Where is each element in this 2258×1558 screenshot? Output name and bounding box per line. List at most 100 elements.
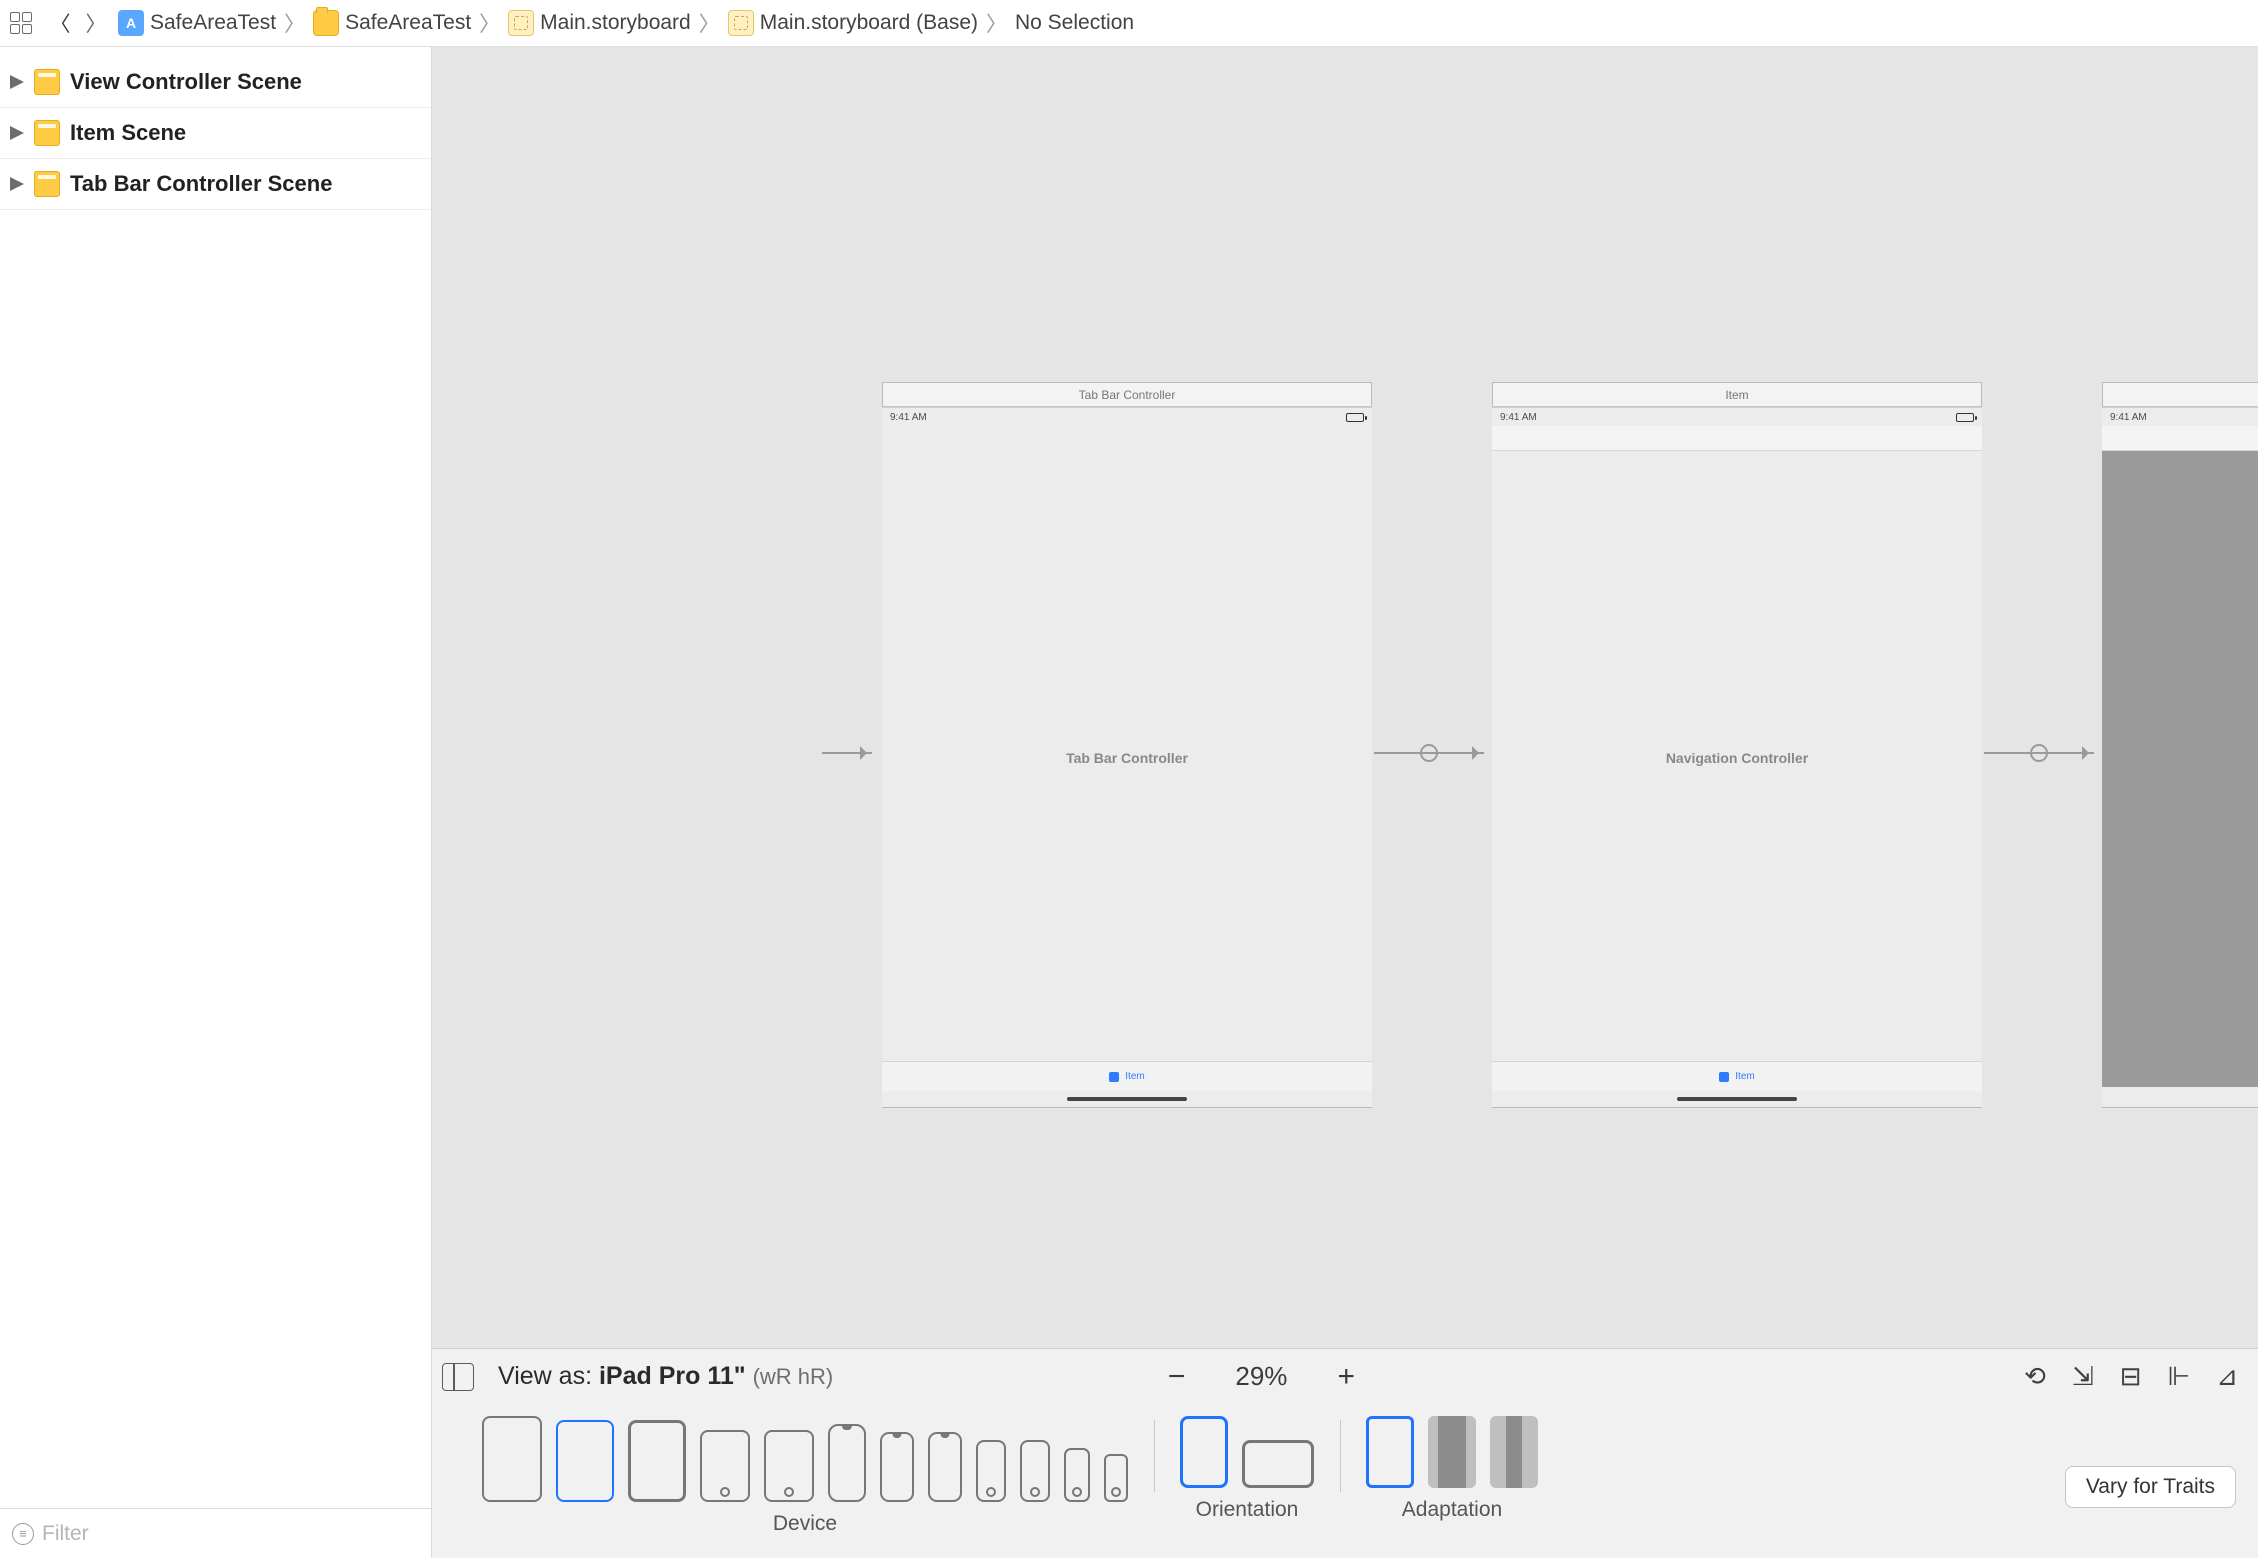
zoom-in-button[interactable]: +	[1337, 1362, 1355, 1392]
orientation-portrait[interactable]	[1180, 1416, 1228, 1488]
size-class-label: (wR hR)	[753, 1364, 834, 1389]
tab-bar: Item	[882, 1061, 1372, 1091]
orientation-group: Orientation	[1154, 1416, 1340, 1522]
breadcrumb-label: Main.storyboard	[540, 11, 691, 35]
outline-row-item-scene[interactable]: Item Scene	[0, 108, 431, 159]
chevron-right-icon: 〉	[284, 8, 305, 38]
device-iphone-8[interactable]	[1020, 1440, 1050, 1502]
disclosure-triangle-icon[interactable]	[10, 75, 24, 89]
home-indicator	[1067, 1097, 1187, 1101]
scene-view-controller[interactable]: View Controller 9:41 AM	[2102, 382, 2258, 1108]
device-iphone[interactable]	[880, 1432, 914, 1502]
controller-placeholder-label: Navigation Controller	[1492, 408, 1982, 1107]
scene-title[interactable]: Item	[1493, 383, 1981, 407]
group-label-adaptation: Adaptation	[1402, 1498, 1502, 1522]
view-as-prefix: View as:	[498, 1362, 599, 1390]
breadcrumb-item-storyboard-base[interactable]: Main.storyboard (Base)	[728, 10, 978, 36]
breadcrumb-item-folder[interactable]: SafeAreaTest	[313, 10, 471, 36]
device-group: Device	[456, 1416, 1154, 1536]
tab-bar: Item	[1492, 1061, 1982, 1091]
device-ipad[interactable]	[628, 1420, 686, 1502]
breadcrumb-item-selection[interactable]: No Selection	[1015, 11, 1134, 35]
scene-item[interactable]: Item 9:41 AM Navigation Controller	[1492, 382, 1982, 1108]
scene-tab-bar-controller[interactable]: Tab Bar Controller 9:41 AM Tab Bar Contr…	[882, 382, 1372, 1108]
group-label-orientation: Orientation	[1196, 1498, 1299, 1522]
navigation-bar	[2102, 426, 2258, 451]
zoom-level-label[interactable]: 29%	[1235, 1361, 1287, 1392]
segue-badge-icon[interactable]	[1420, 744, 1438, 762]
breadcrumb-bar: 〈 〉 A SafeAreaTest 〉 SafeAreaTest 〉 Main…	[0, 0, 2258, 47]
embed-in-icon[interactable]: ⇲	[2072, 1361, 2094, 1392]
chevron-right-icon: 〉	[479, 8, 500, 38]
breadcrumb-label: Main.storyboard (Base)	[760, 11, 978, 35]
nav-forward-button[interactable]: 〉	[82, 8, 110, 38]
device-iphone-4s[interactable]	[1104, 1454, 1128, 1502]
outline-row-label: Item Scene	[70, 120, 186, 146]
device-iphone-8-plus[interactable]	[976, 1440, 1006, 1502]
device-iphone-mini[interactable]	[928, 1432, 962, 1502]
outline-row-tab-bar-controller-scene[interactable]: Tab Bar Controller Scene	[0, 159, 431, 210]
scene-icon	[34, 120, 60, 146]
outline-filter: ≡	[0, 1508, 431, 1558]
device-ipad-pro-12[interactable]	[482, 1416, 542, 1502]
view-as-label[interactable]: View as: iPad Pro 11" (wR hR)	[498, 1362, 833, 1391]
adaptation-one-third[interactable]	[1490, 1416, 1538, 1488]
outline-row-view-controller-scene[interactable]: View Controller Scene	[0, 57, 431, 108]
scene-icon	[34, 69, 60, 95]
nav-back-button[interactable]: 〈	[46, 8, 74, 38]
breadcrumb-label: No Selection	[1015, 11, 1134, 35]
vary-for-traits-button[interactable]: Vary for Traits	[2065, 1466, 2236, 1508]
project-icon: A	[118, 10, 144, 36]
disclosure-triangle-icon[interactable]	[10, 126, 24, 140]
adaptation-group: Adaptation	[1340, 1416, 1564, 1522]
adaptation-two-thirds[interactable]	[1428, 1416, 1476, 1488]
canvas-tools: ⟲ ⇲ ⊟ ⊩ ⊿	[2024, 1361, 2238, 1392]
scene-icon	[34, 171, 60, 197]
pin-icon[interactable]: ⊩	[2168, 1361, 2191, 1392]
breadcrumb-label: SafeAreaTest	[150, 11, 276, 35]
tab-item-label: Item	[1125, 1071, 1144, 1082]
zoom-out-button[interactable]: −	[1168, 1362, 1186, 1392]
scene-title[interactable]: Tab Bar Controller	[883, 383, 1371, 407]
scene-title[interactable]: View Controller	[2103, 383, 2258, 407]
status-bar: 9:41 AM	[2102, 408, 2258, 426]
document-outline: View Controller Scene Item Scene Tab Bar…	[0, 47, 432, 1558]
storyboard-icon	[508, 10, 534, 36]
orientation-landscape[interactable]	[1242, 1440, 1314, 1488]
focus-icon[interactable]: ⟲	[2024, 1361, 2046, 1392]
align-icon[interactable]: ⊟	[2120, 1361, 2142, 1392]
outline-filter-input[interactable]	[42, 1522, 419, 1546]
status-time: 9:41 AM	[2110, 412, 2147, 423]
outline-row-label: View Controller Scene	[70, 69, 302, 95]
view-as-device: iPad Pro 11"	[599, 1362, 746, 1390]
filter-icon[interactable]: ≡	[12, 1523, 34, 1545]
device-ipad-pro-11[interactable]	[556, 1420, 614, 1502]
tab-item-icon	[1719, 1072, 1729, 1082]
trait-bar: View as: iPad Pro 11" (wR hR) − 29% + ⟲ …	[432, 1348, 2258, 1558]
segue-badge-icon[interactable]	[2030, 744, 2048, 762]
breadcrumb-label: SafeAreaTest	[345, 11, 471, 35]
adaptation-full[interactable]	[1366, 1416, 1414, 1488]
device-ipad-mini[interactable]	[700, 1430, 750, 1502]
outline-row-label: Tab Bar Controller Scene	[70, 171, 332, 197]
chevron-right-icon: 〉	[699, 8, 720, 38]
tab-item-icon	[1109, 1072, 1119, 1082]
controller-placeholder-label: Tab Bar Controller	[882, 408, 1372, 1107]
breadcrumb-item-project[interactable]: A SafeAreaTest	[118, 10, 276, 36]
storyboard-icon	[728, 10, 754, 36]
breadcrumb-item-storyboard[interactable]: Main.storyboard	[508, 10, 691, 36]
storyboard-canvas[interactable]: Tab Bar Controller 9:41 AM Tab Bar Contr…	[432, 47, 2258, 1348]
device-iphone-max[interactable]	[828, 1424, 866, 1502]
chevron-right-icon: 〉	[986, 8, 1007, 38]
resolve-issues-icon[interactable]: ⊿	[2216, 1361, 2238, 1392]
toggle-outline-button[interactable]	[442, 1363, 474, 1391]
initial-vc-arrow-icon[interactable]	[822, 752, 872, 754]
home-indicator	[1677, 1097, 1797, 1101]
outline-list: View Controller Scene Item Scene Tab Bar…	[0, 47, 431, 1508]
tab-item-label: Item	[1735, 1071, 1754, 1082]
device-ipad-97[interactable]	[764, 1430, 814, 1502]
related-items-icon[interactable]	[10, 12, 38, 34]
disclosure-triangle-icon[interactable]	[10, 177, 24, 191]
device-iphone-se[interactable]	[1064, 1448, 1090, 1502]
group-label-device: Device	[773, 1512, 837, 1536]
